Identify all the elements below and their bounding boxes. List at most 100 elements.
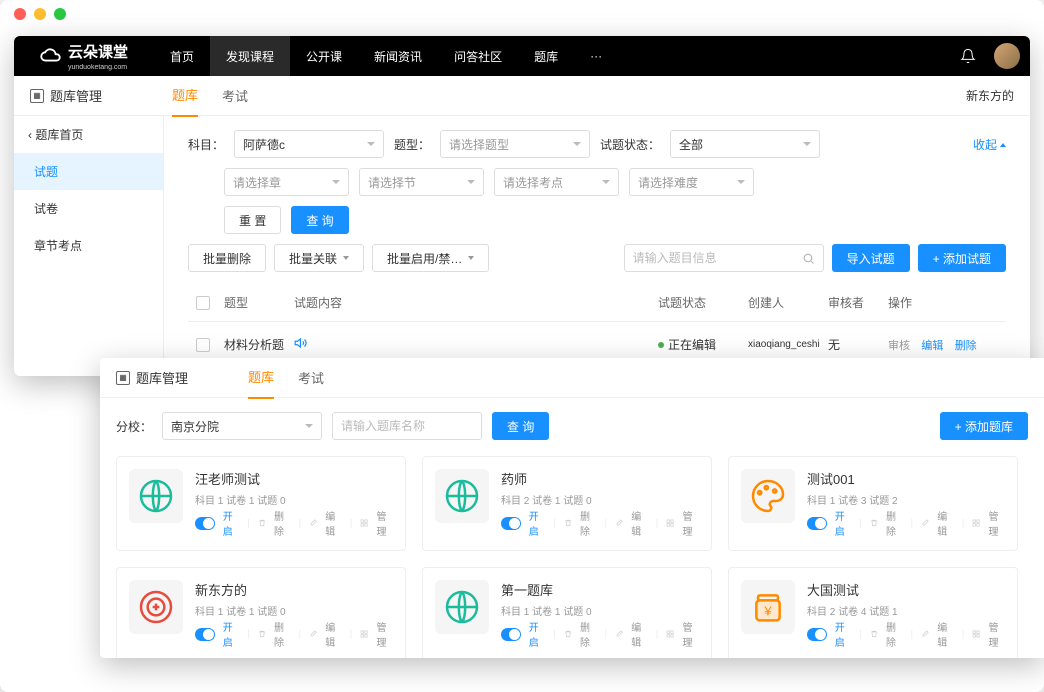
grid-icon xyxy=(360,629,368,639)
breadcrumb-back[interactable]: ‹ 题库首页 xyxy=(14,116,163,153)
edit-icon xyxy=(921,518,929,528)
enable-toggle[interactable] xyxy=(501,628,521,641)
audio-icon[interactable] xyxy=(294,336,308,350)
difficulty-select[interactable]: 请选择难度 xyxy=(629,168,754,196)
add-question-button[interactable]: + 添加试题 xyxy=(918,244,1006,272)
nav-item-4[interactable]: 问答社区 xyxy=(438,36,518,76)
trash-icon xyxy=(564,518,572,528)
tab-题库[interactable]: 题库 xyxy=(172,74,198,117)
sidebar-item-2[interactable]: 章节考点 xyxy=(14,227,163,264)
logo[interactable]: 云朵课堂 yunduoketang.com xyxy=(14,36,154,76)
bulk-enable-button[interactable]: 批量启用/禁… xyxy=(372,244,489,272)
enable-toggle[interactable] xyxy=(807,628,827,641)
library-card[interactable]: 药师科目 2 试卷 1 试题 0开启|删除|编辑|管理 xyxy=(422,456,712,551)
delete-link[interactable]: 删除 xyxy=(274,508,290,538)
delete-link[interactable]: 删除 xyxy=(580,508,596,538)
manage-link[interactable]: 管理 xyxy=(377,508,393,538)
subject-label: 科目： xyxy=(188,136,224,153)
enable-toggle[interactable] xyxy=(501,517,521,530)
bell-icon[interactable] xyxy=(960,48,976,64)
reset-button[interactable]: 重 置 xyxy=(224,206,281,234)
nav-item-3[interactable]: 新闻资讯 xyxy=(358,36,438,76)
edit-icon xyxy=(921,629,929,639)
delete-link[interactable]: 删除 xyxy=(886,619,902,649)
manage-link[interactable]: 管理 xyxy=(683,619,699,649)
nav-item-5[interactable]: 题库 xyxy=(518,36,574,76)
delete-link[interactable]: 删除 xyxy=(580,619,596,649)
card-ops: 开启|删除|编辑|管理 xyxy=(501,508,699,538)
account-name[interactable]: 新东方的 xyxy=(966,87,1014,104)
search-button[interactable]: 查 询 xyxy=(291,206,348,234)
card-meta: 科目 1 试卷 1 试题 0 xyxy=(195,603,393,618)
edit-link[interactable]: 编辑 xyxy=(631,508,647,538)
avatar[interactable] xyxy=(994,43,1020,69)
toggle-label: 开启 xyxy=(835,619,851,649)
edit-link[interactable]: 编辑 xyxy=(325,619,341,649)
card-title: 汪老师测试 xyxy=(195,469,393,488)
review-link[interactable]: 审核 xyxy=(888,340,910,352)
row-checkbox[interactable] xyxy=(196,338,210,352)
library-card[interactable]: 测试001科目 1 试卷 3 试题 2开启|删除|编辑|管理 xyxy=(728,456,1018,551)
edit-link[interactable]: 编辑 xyxy=(921,340,943,352)
library-card[interactable]: 新东方的科目 1 试卷 1 试题 0开启|删除|编辑|管理 xyxy=(116,567,406,658)
search-box[interactable] xyxy=(624,244,824,272)
maximize-window-button[interactable] xyxy=(54,8,66,20)
nav-item-0[interactable]: 首页 xyxy=(154,36,210,76)
tab-题库[interactable]: 题库 xyxy=(248,358,274,399)
enable-toggle[interactable] xyxy=(807,517,827,530)
search-icon xyxy=(802,252,815,265)
manage-link[interactable]: 管理 xyxy=(377,619,393,649)
delete-link[interactable]: 删除 xyxy=(955,340,977,352)
sidebar-item-1[interactable]: 试卷 xyxy=(14,190,163,227)
search-input[interactable] xyxy=(633,251,802,265)
add-library-button[interactable]: + 添加题库 xyxy=(940,412,1028,440)
section-select[interactable]: 请选择节 xyxy=(359,168,484,196)
manage-link[interactable]: 管理 xyxy=(989,619,1005,649)
enable-toggle[interactable] xyxy=(195,517,215,530)
toggle-label: 开启 xyxy=(223,619,239,649)
edit-link[interactable]: 编辑 xyxy=(937,508,953,538)
close-window-button[interactable] xyxy=(14,8,26,20)
collapse-link[interactable]: 收起 xyxy=(973,136,1006,153)
nav-item-2[interactable]: 公开课 xyxy=(290,36,358,76)
toggle-label: 开启 xyxy=(529,508,545,538)
delete-link[interactable]: 删除 xyxy=(886,508,902,538)
search-button[interactable]: 查 询 xyxy=(492,412,549,440)
bulk-relate-button[interactable]: 批量关联 xyxy=(274,244,364,272)
status-select[interactable]: 全部 xyxy=(670,130,820,158)
col-status: 试题状态 xyxy=(658,294,748,311)
library-card[interactable]: ¥大国测试科目 2 试卷 4 试题 1开启|删除|编辑|管理 xyxy=(728,567,1018,658)
delete-link[interactable]: 删除 xyxy=(274,619,290,649)
manage-link[interactable]: 管理 xyxy=(989,508,1005,538)
edit-icon xyxy=(309,518,317,528)
edit-icon xyxy=(309,629,317,639)
minimize-window-button[interactable] xyxy=(34,8,46,20)
library-name-input[interactable] xyxy=(332,412,482,440)
nav-item-1[interactable]: 发现课程 xyxy=(210,36,290,76)
point-select[interactable]: 请选择考点 xyxy=(494,168,619,196)
w2-header: ▦ 题库管理 题库考试 xyxy=(100,358,1044,398)
subject-select[interactable]: 阿萨德c xyxy=(234,130,384,158)
edit-link[interactable]: 编辑 xyxy=(937,619,953,649)
manage-link[interactable]: 管理 xyxy=(683,508,699,538)
type-label: 题型： xyxy=(394,136,430,153)
edit-link[interactable]: 编辑 xyxy=(631,619,647,649)
branch-select[interactable]: 南京分院 xyxy=(162,412,322,440)
select-all-checkbox[interactable] xyxy=(196,296,210,310)
sidebar-item-0[interactable]: 试题 xyxy=(14,153,163,190)
bulk-action-row: 批量删除 批量关联 批量启用/禁… 导入试题 + 添加试题 xyxy=(188,244,1006,272)
module-icon: ▦ xyxy=(30,89,44,103)
edit-link[interactable]: 编辑 xyxy=(325,508,341,538)
nav-item-6[interactable]: ··· xyxy=(574,36,618,76)
tab-考试[interactable]: 考试 xyxy=(222,75,248,116)
type-select[interactable]: 请选择题型 xyxy=(440,130,590,158)
top-nav: 云朵课堂 yunduoketang.com 首页发现课程公开课新闻资讯问答社区题… xyxy=(14,36,1030,76)
library-card[interactable]: 第一题库科目 1 试卷 1 试题 0开启|删除|编辑|管理 xyxy=(422,567,712,658)
chapter-select[interactable]: 请选择章 xyxy=(224,168,349,196)
import-button[interactable]: 导入试题 xyxy=(832,244,910,272)
edit-icon xyxy=(615,629,623,639)
enable-toggle[interactable] xyxy=(195,628,215,641)
tab-考试[interactable]: 考试 xyxy=(298,358,324,398)
library-card[interactable]: 汪老师测试科目 1 试卷 1 试题 0开启|删除|编辑|管理 xyxy=(116,456,406,551)
bulk-delete-button[interactable]: 批量删除 xyxy=(188,244,266,272)
